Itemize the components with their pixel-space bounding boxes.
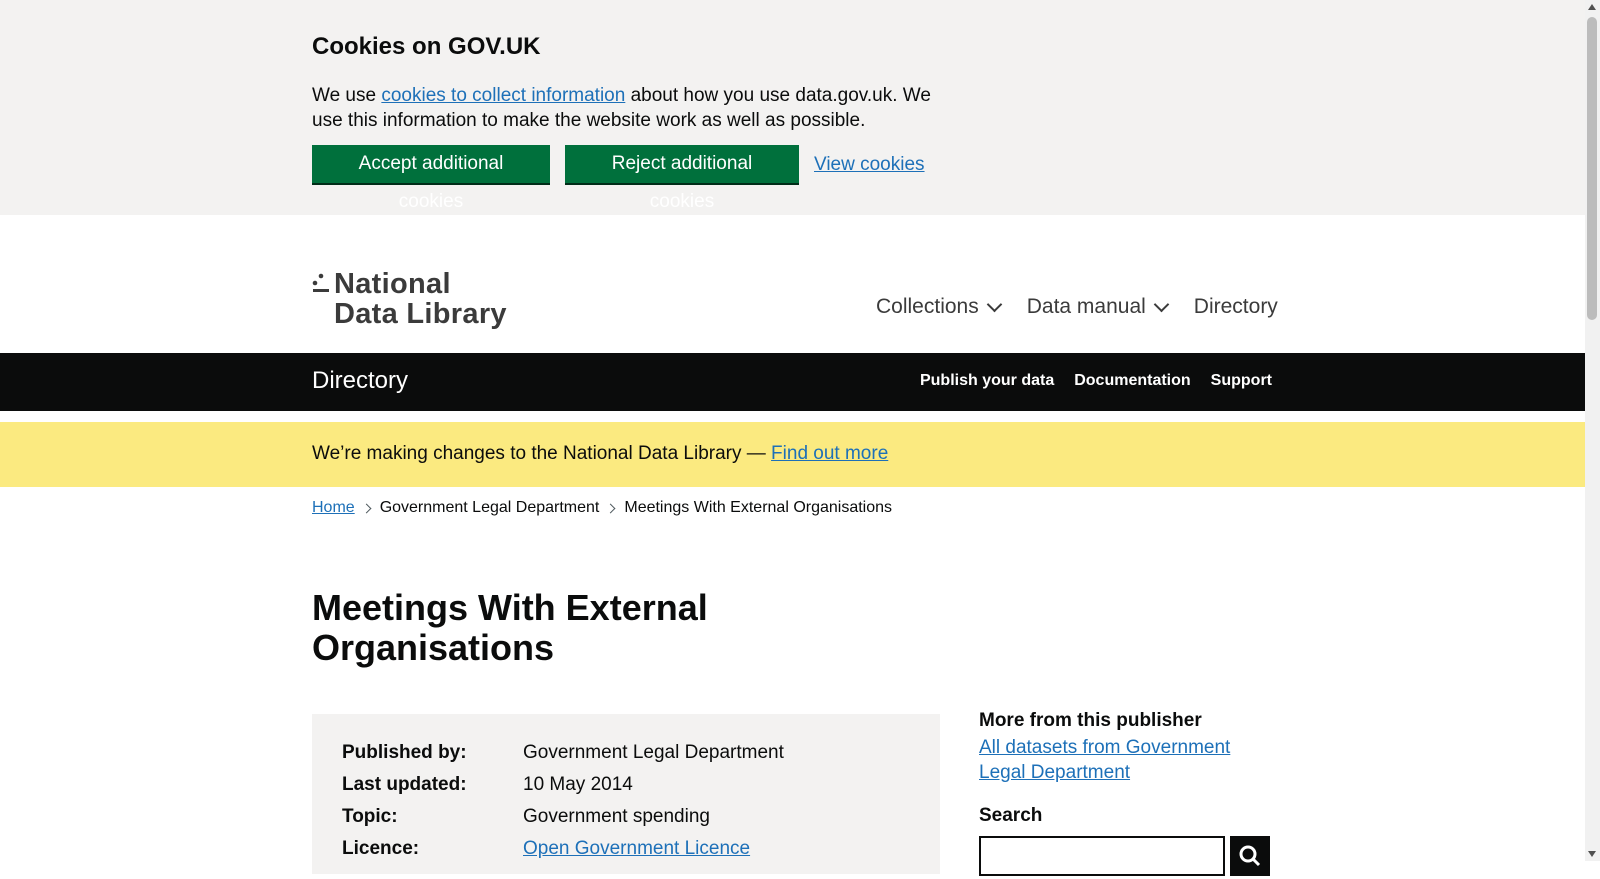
- summary-key: Topic:: [342, 806, 398, 827]
- publisher-sidebar: More from this publisher All datasets fr…: [979, 710, 1269, 785]
- cookie-text-before: We use: [312, 85, 382, 106]
- logo-dots-icon: [312, 273, 329, 292]
- chevron-right-icon: [361, 503, 372, 513]
- breadcrumb: Home Government Legal Department Meeting…: [312, 499, 892, 517]
- breadcrumb-publisher: Government Legal Department: [379, 499, 600, 516]
- chevron-right-icon: [605, 503, 616, 513]
- summary-value: 10 May 2014: [523, 774, 633, 795]
- nav-data-manual[interactable]: Data manual: [1026, 295, 1170, 319]
- summary-row-publisher: Published by: Government Legal Departmen…: [342, 742, 784, 764]
- page-title: Meetings With External Organisations: [312, 587, 708, 668]
- documentation-link[interactable]: Documentation: [1074, 372, 1190, 390]
- find-out-more-link[interactable]: Find out more: [771, 443, 888, 464]
- scrollbar[interactable]: [1585, 0, 1600, 861]
- publish-data-link[interactable]: Publish your data: [920, 372, 1054, 390]
- summary-row-topic: Topic: Government spending: [342, 806, 710, 828]
- page: Cookies on GOV.UK We use cookies to coll…: [0, 0, 1585, 876]
- nav-directory-label: Directory: [1193, 295, 1278, 318]
- search-button[interactable]: [1230, 836, 1270, 876]
- section-bar: Directory Publish your data Documentatio…: [0, 353, 1585, 411]
- scroll-up-icon[interactable]: [1588, 4, 1596, 10]
- main-nav: Collections Data manual Directory: [876, 292, 1278, 322]
- summary-value: Government spending: [523, 806, 710, 827]
- search-label: Search: [979, 805, 1043, 826]
- nav-data-manual-label: Data manual: [1026, 295, 1146, 318]
- chevron-down-icon: [1153, 296, 1170, 313]
- accept-cookies-button[interactable]: Accept additional cookies: [312, 145, 550, 212]
- summary-value: Government Legal Department: [523, 742, 784, 763]
- search-input[interactable]: [979, 836, 1225, 876]
- chevron-down-icon: [986, 296, 1002, 313]
- dataset-summary: Published by: Government Legal Departmen…: [312, 714, 940, 874]
- notice-text: We’re making changes to the National Dat…: [312, 443, 888, 465]
- all-datasets-link[interactable]: All datasets from Government Legal Depar…: [979, 735, 1239, 785]
- scroll-down-icon[interactable]: [1588, 851, 1596, 857]
- nav-collections-label: Collections: [876, 295, 979, 318]
- breadcrumb-current: Meetings With External Organisations: [624, 499, 893, 516]
- cookie-info-link[interactable]: cookies to collect information: [381, 85, 625, 106]
- cookie-banner-text: We use cookies to collect information ab…: [312, 83, 942, 133]
- support-link[interactable]: Support: [1211, 372, 1272, 390]
- nav-collections[interactable]: Collections: [876, 295, 1002, 319]
- scrollbar-thumb[interactable]: [1587, 17, 1597, 320]
- reject-cookies-button[interactable]: Reject additional cookies: [565, 145, 799, 212]
- cookie-banner-title: Cookies on GOV.UK: [312, 33, 541, 60]
- notice-banner: We’re making changes to the National Dat…: [0, 422, 1585, 487]
- summary-key: Published by:: [342, 742, 467, 763]
- logo-text-line1: National: [334, 268, 451, 300]
- section-links: Publish your data Documentation Support: [900, 372, 1272, 390]
- search-icon: [1239, 845, 1261, 867]
- breadcrumb-home[interactable]: Home: [312, 499, 355, 517]
- licence-link[interactable]: Open Government Licence: [523, 838, 750, 860]
- summary-row-licence: Licence: Open Government Licence: [342, 838, 750, 860]
- section-title: Directory: [312, 367, 409, 394]
- sidebar-heading: More from this publisher: [979, 710, 1202, 731]
- notice-message: We’re making changes to the National Dat…: [312, 443, 772, 464]
- view-cookies-link[interactable]: View cookies: [814, 154, 925, 176]
- nav-directory[interactable]: Directory: [1194, 295, 1278, 319]
- site-logo[interactable]: National Data Library: [312, 268, 522, 332]
- cookie-banner: Cookies on GOV.UK We use cookies to coll…: [0, 0, 1585, 215]
- summary-key: Last updated:: [342, 774, 467, 795]
- summary-key: Licence:: [342, 838, 420, 859]
- summary-row-updated: Last updated: 10 May 2014: [342, 774, 633, 796]
- logo-text-line2: Data Library: [334, 298, 507, 330]
